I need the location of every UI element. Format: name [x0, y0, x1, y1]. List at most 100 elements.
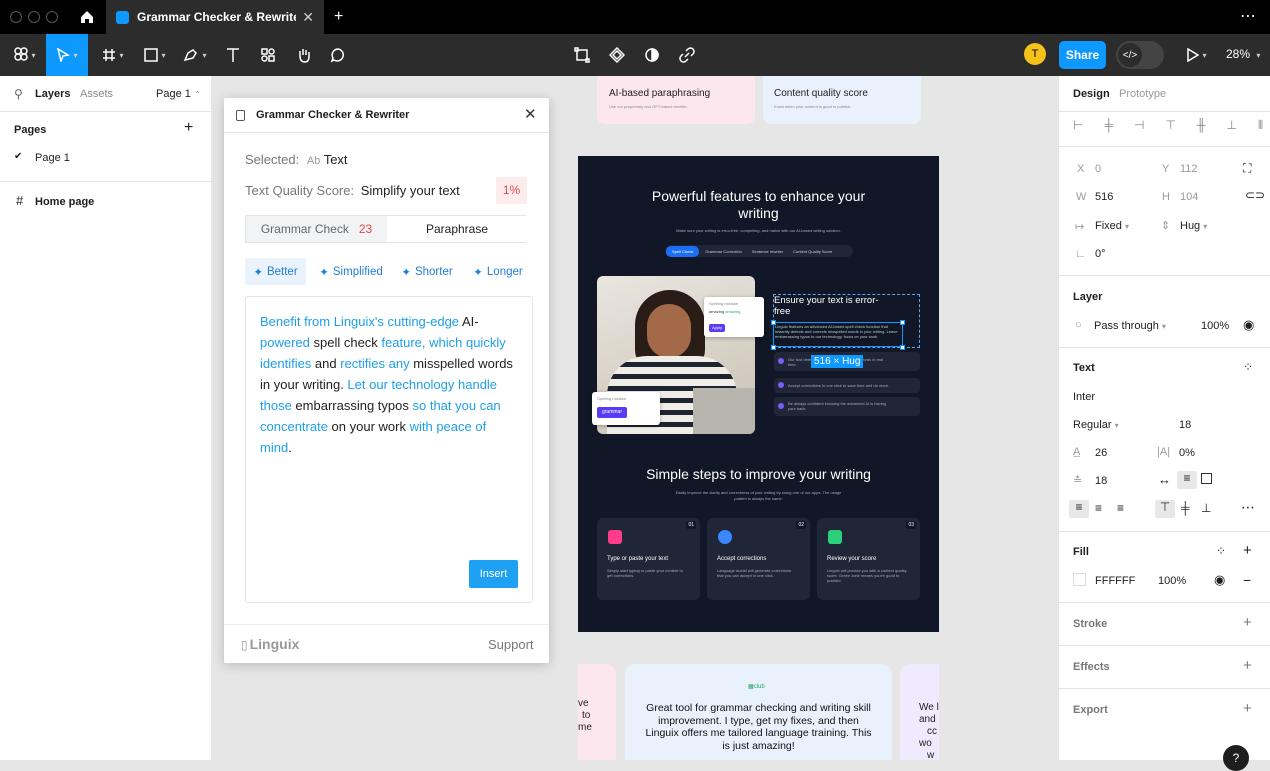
- frame-tool-icon[interactable]: ▾: [96, 34, 130, 76]
- align-text-right-icon[interactable]: ≡: [1117, 501, 1124, 515]
- fill-hex-field[interactable]: FFFFFF: [1095, 575, 1135, 587]
- home-icon[interactable]: [70, 0, 104, 34]
- close-tab-icon[interactable]: ✕: [302, 9, 314, 26]
- fill-visibility-icon[interactable]: ◉: [1214, 572, 1225, 588]
- rotation-field[interactable]: 0°: [1095, 248, 1106, 260]
- tab-prototype[interactable]: Prototype: [1119, 88, 1166, 100]
- feature-tab-spell-check[interactable]: Spell Check: [666, 245, 700, 257]
- constraints-icon[interactable]: ⛶: [1243, 161, 1251, 176]
- align-text-center-icon[interactable]: ≡: [1095, 501, 1102, 515]
- add-effect-icon[interactable]: +: [1243, 657, 1252, 674]
- page-selector[interactable]: Page 1 ⌃: [156, 88, 201, 100]
- align-text-middle-icon[interactable]: ╪: [1181, 501, 1190, 515]
- auto-width-icon[interactable]: ↔: [1158, 472, 1171, 487]
- insert-button[interactable]: Insert: [469, 560, 518, 588]
- search-icon[interactable]: ⚲: [14, 87, 23, 101]
- align-center-h-icon[interactable]: ╪: [1104, 118, 1113, 134]
- resize-handle[interactable]: [900, 320, 905, 325]
- fill-opacity-field[interactable]: 100%: [1158, 575, 1186, 587]
- window-maximize-dot[interactable]: [46, 11, 58, 23]
- user-avatar[interactable]: T: [1024, 43, 1046, 65]
- mode-simplified[interactable]: ✦ Simplified: [316, 258, 386, 285]
- mode-better[interactable]: ✦ Better: [245, 258, 306, 285]
- main-menu-icon[interactable]: ▾: [8, 34, 42, 76]
- align-text-left-icon[interactable]: ≡: [1069, 500, 1089, 518]
- eye-icon[interactable]: ◉: [1243, 317, 1254, 333]
- font-family-select[interactable]: Inter: [1073, 391, 1095, 403]
- present-icon[interactable]: ▾: [1180, 34, 1214, 76]
- mode-longer[interactable]: ✦ Longer: [470, 258, 526, 285]
- tab-grammar-check[interactable]: Grammar Check 23: [246, 216, 387, 242]
- add-export-icon[interactable]: +: [1243, 700, 1252, 717]
- support-link[interactable]: Support: [488, 637, 534, 652]
- feature-tab-grammar[interactable]: Grammar Correction: [701, 246, 745, 257]
- design-frame-home-page[interactable]: AI-based paraphrasing Use our proprietar…: [578, 76, 939, 761]
- align-bottom-icon[interactable]: ⊥: [1226, 118, 1236, 134]
- feature-tab-rewriter[interactable]: Sentence rewriter: [748, 246, 787, 257]
- layer-opacity-field[interactable]: 100%: [1201, 320, 1229, 332]
- align-text-bottom-icon[interactable]: ⊥: [1201, 501, 1211, 515]
- tab-design[interactable]: Design: [1073, 88, 1110, 100]
- dev-mode-toggle[interactable]: </>: [1116, 41, 1164, 69]
- text-styles-icon[interactable]: ⁘: [1243, 360, 1253, 374]
- resize-handle[interactable]: [771, 345, 776, 350]
- changed-phrase[interactable]: powered: [260, 335, 310, 350]
- changed-phrase[interactable]: Benefit from Linguix's cutting-edge: [260, 314, 459, 329]
- align-left-icon[interactable]: ⊢: [1073, 118, 1083, 134]
- zoom-level[interactable]: 28% ▾: [1226, 47, 1260, 61]
- pen-tool-icon[interactable]: ▾: [178, 34, 212, 76]
- popup-apply-button[interactable]: Apply: [709, 324, 725, 332]
- remove-fill-icon[interactable]: −: [1243, 572, 1251, 588]
- changed-phrase[interactable]: rectifies any: [340, 356, 409, 371]
- y-field[interactable]: 112: [1180, 163, 1198, 175]
- lock-ratio-icon[interactable]: ⊂⊃: [1245, 188, 1265, 202]
- page-item-page-1[interactable]: ✔ Page 1: [0, 148, 211, 168]
- layers-tab[interactable]: Layers: [35, 88, 70, 100]
- paragraph-spacing-field[interactable]: 18: [1095, 475, 1107, 487]
- blend-mode-select[interactable]: Pass through ▾: [1094, 320, 1166, 332]
- selected-text-layer[interactable]: Linguix features an advanced AI-based sp…: [773, 322, 903, 347]
- share-button[interactable]: Share: [1059, 41, 1106, 69]
- comment-tool-icon[interactable]: [324, 34, 352, 76]
- resources-icon[interactable]: [254, 34, 282, 76]
- fixed-size-icon[interactable]: [1201, 473, 1212, 484]
- resize-handle[interactable]: [771, 320, 776, 325]
- component-icon[interactable]: [605, 34, 629, 76]
- paraphrase-result[interactable]: Benefit from Linguix's cutting-edge AI-p…: [245, 296, 533, 603]
- distribute-icon[interactable]: ⫴: [1258, 118, 1263, 134]
- auto-height-icon[interactable]: ≡: [1177, 471, 1197, 489]
- file-tab[interactable]: Grammar Checker & Rewriter (Com ✕: [106, 0, 324, 34]
- width-field[interactable]: 516: [1095, 191, 1113, 203]
- component-edit-icon[interactable]: [570, 34, 594, 76]
- add-stroke-icon[interactable]: +: [1243, 614, 1252, 631]
- align-middle-icon[interactable]: ╫: [1197, 118, 1206, 134]
- tab-paraphrase[interactable]: Paraphrase: [387, 216, 527, 242]
- more-icon[interactable]: ⋯: [1240, 6, 1257, 26]
- feature-tab-quality[interactable]: Content Quality Score: [789, 246, 836, 257]
- align-text-top-icon[interactable]: ⊤: [1155, 500, 1175, 518]
- fill-styles-icon[interactable]: ⁘: [1216, 544, 1226, 558]
- add-page-icon[interactable]: +: [184, 119, 193, 137]
- line-height-field[interactable]: 26: [1095, 447, 1107, 459]
- width-mode-select[interactable]: Fixed ▾: [1095, 220, 1129, 232]
- close-icon[interactable]: ✕: [524, 105, 537, 123]
- shape-tool-icon[interactable]: ▾: [138, 34, 172, 76]
- mode-shorter[interactable]: ✦ Shorter: [398, 258, 456, 285]
- align-top-icon[interactable]: ⊤: [1165, 118, 1175, 134]
- window-close-dot[interactable]: [10, 11, 22, 23]
- contrast-icon[interactable]: [640, 34, 664, 76]
- assets-tab[interactable]: Assets: [80, 88, 113, 100]
- x-field[interactable]: 0: [1095, 163, 1101, 175]
- window-minimize-dot[interactable]: [28, 11, 40, 23]
- align-right-icon[interactable]: ⊣: [1134, 118, 1144, 134]
- text-tool-icon[interactable]: [220, 34, 246, 76]
- new-tab-icon[interactable]: +: [334, 8, 343, 26]
- layer-frame-home-page[interactable]: # Home page: [0, 192, 211, 212]
- plugin-header[interactable]: Grammar Checker & Rewriter ✕: [224, 98, 549, 133]
- link-icon[interactable]: [675, 34, 699, 76]
- height-mode-select[interactable]: Hug ▾: [1180, 220, 1207, 232]
- popup-suggestion[interactable]: grammar: [597, 407, 627, 418]
- resize-handle[interactable]: [900, 345, 905, 350]
- height-field[interactable]: 104: [1180, 191, 1198, 203]
- letter-spacing-field[interactable]: 0%: [1179, 447, 1195, 459]
